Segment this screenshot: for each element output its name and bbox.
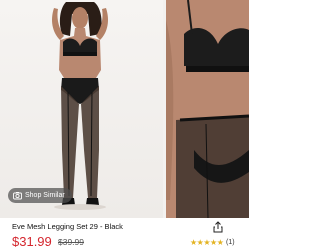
camera-icon: [13, 191, 22, 200]
original-price: $39.99: [58, 237, 84, 247]
model-illustration: [52, 2, 108, 210]
share-icon[interactable]: [212, 220, 224, 233]
review-count[interactable]: (1): [226, 239, 235, 246]
rating-stars[interactable]: ★★★★★: [190, 238, 224, 247]
shop-similar-label: Shop Similar: [25, 192, 65, 199]
sale-price: $31.99: [12, 234, 52, 249]
product-photo-closeup[interactable]: [166, 0, 249, 218]
model-closeup-illustration: [166, 0, 249, 218]
product-photo-full-body[interactable]: [0, 0, 163, 218]
shop-similar-button[interactable]: Shop Similar: [8, 188, 72, 203]
product-image-gallery[interactable]: Shop Similar: [0, 0, 249, 218]
product-name: Eve Mesh Legging Set 29 - Black: [12, 222, 123, 231]
product-title-row: Eve Mesh Legging Set 29 - Black: [12, 220, 249, 233]
price-row: $31.99 $39.99 ★★★★★ (1): [12, 234, 249, 249]
